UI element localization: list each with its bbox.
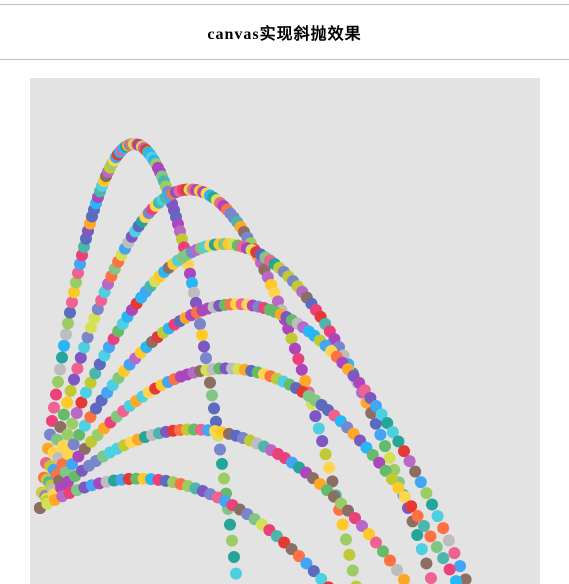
page-root: canvas实现斜抛效果: [0, 4, 569, 584]
page-title: canvas实现斜抛效果: [207, 20, 361, 44]
projectile-canvas: [30, 78, 540, 584]
canvas-stage: [30, 78, 540, 584]
title-section: canvas实现斜抛效果: [0, 4, 569, 60]
